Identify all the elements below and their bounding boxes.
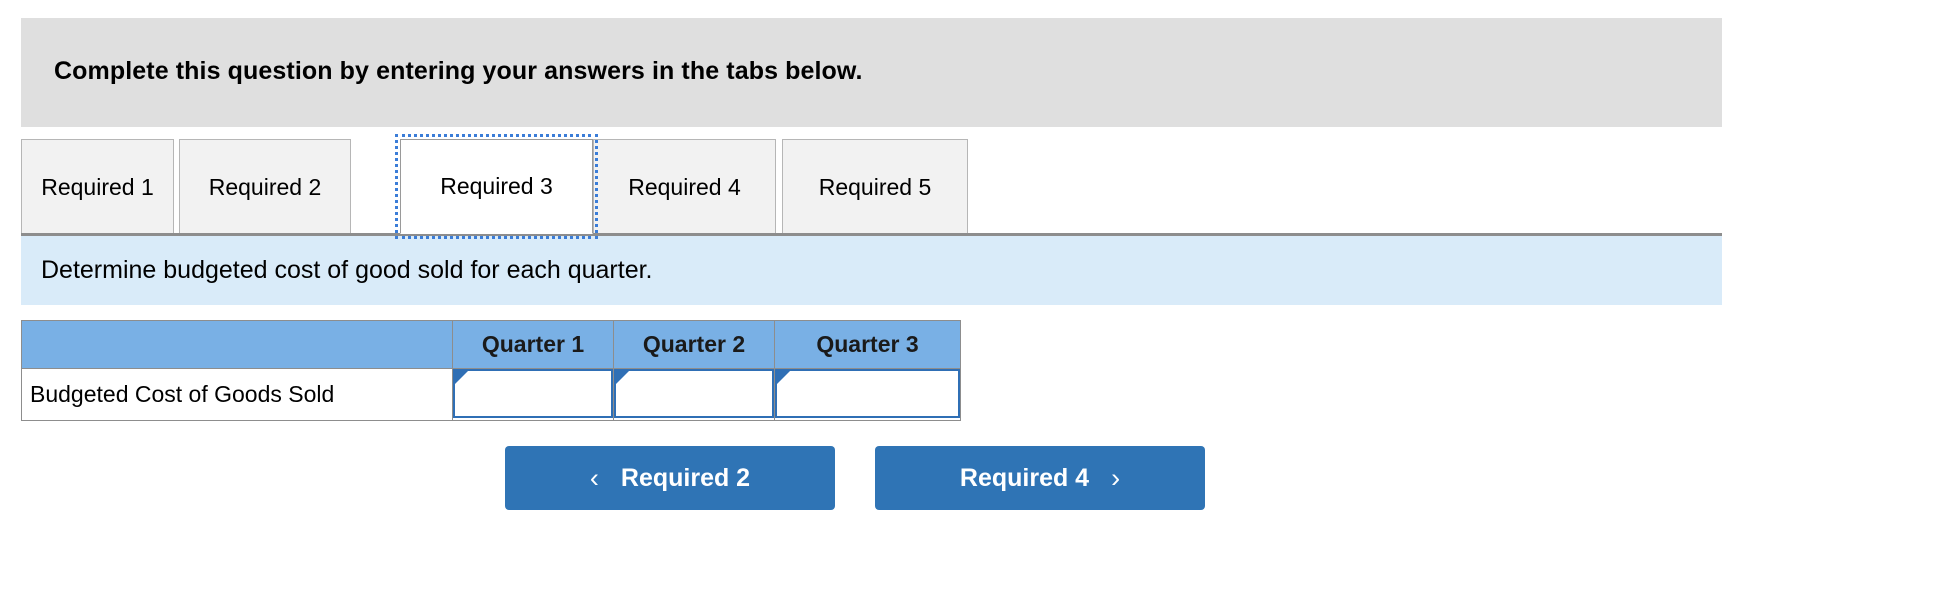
input-budgeted-cogs-quarter-1[interactable] [457, 373, 607, 410]
tab-label: Required 4 [628, 173, 741, 200]
cell-quarter-3[interactable] [774, 368, 961, 421]
prev-required-button[interactable]: ‹ Required 2 [505, 446, 835, 510]
table-header-quarter-2: Quarter 2 [613, 320, 775, 369]
input-budgeted-cogs-quarter-2[interactable] [618, 373, 768, 410]
requirement-tabs: Required 1 Required 2 Required 3 Required 4… [21, 134, 1722, 239]
input-wrap-quarter-3 [775, 369, 960, 418]
tab-required-3[interactable]: Required 3 [395, 134, 598, 239]
navigation-buttons: ‹ Required 2 Required 4 › [505, 446, 1205, 510]
tab-required-5[interactable]: Required 5 [782, 139, 968, 234]
table-row: Budgeted Cost of Goods Sold [21, 368, 961, 421]
tab-required-1[interactable]: Required 1 [21, 139, 174, 234]
answer-table: Quarter 1 Quarter 2 Quarter 3 Budgeted C… [21, 320, 961, 421]
cell-quarter-2[interactable] [613, 368, 775, 421]
input-wrap-quarter-2 [614, 369, 774, 418]
input-budgeted-cogs-quarter-3[interactable] [779, 373, 954, 410]
tab-required-4[interactable]: Required 4 [593, 139, 776, 234]
table-header-row: Quarter 1 Quarter 2 Quarter 3 [21, 320, 961, 369]
prev-required-label: Required 2 [620, 463, 751, 492]
tab-label: Required 1 [41, 173, 154, 200]
tab-label: Required 3 [440, 173, 553, 199]
table-header-blank [21, 320, 453, 369]
requirement-instruction-bar: Determine budgeted cost of good sold for… [21, 236, 1722, 305]
question-banner-text: Complete this question by entering your … [54, 57, 863, 85]
chevron-left-icon: ‹ [589, 462, 599, 493]
requirement-instruction-text: Determine budgeted cost of good sold for… [41, 256, 653, 284]
answer-table-body: Budgeted Cost of Goods Sold [21, 368, 961, 421]
question-banner: Complete this question by entering your … [21, 18, 1722, 127]
tab-label: Required 2 [208, 173, 322, 200]
tab-required-2[interactable]: Required 2 [179, 139, 351, 234]
answer-table-head: Quarter 1 Quarter 2 Quarter 3 [21, 320, 961, 369]
chevron-right-icon: › [1111, 462, 1121, 493]
table-header-quarter-3: Quarter 3 [774, 320, 961, 369]
tab-label: Required 5 [818, 173, 932, 200]
next-required-button[interactable]: Required 4 › [875, 446, 1205, 510]
table-header-quarter-1: Quarter 1 [452, 320, 614, 369]
row-label-budgeted-cost-of-goods-sold: Budgeted Cost of Goods Sold [21, 368, 453, 421]
input-wrap-quarter-1 [453, 369, 613, 418]
cell-quarter-1[interactable] [452, 368, 614, 421]
next-required-label: Required 4 [959, 463, 1090, 492]
